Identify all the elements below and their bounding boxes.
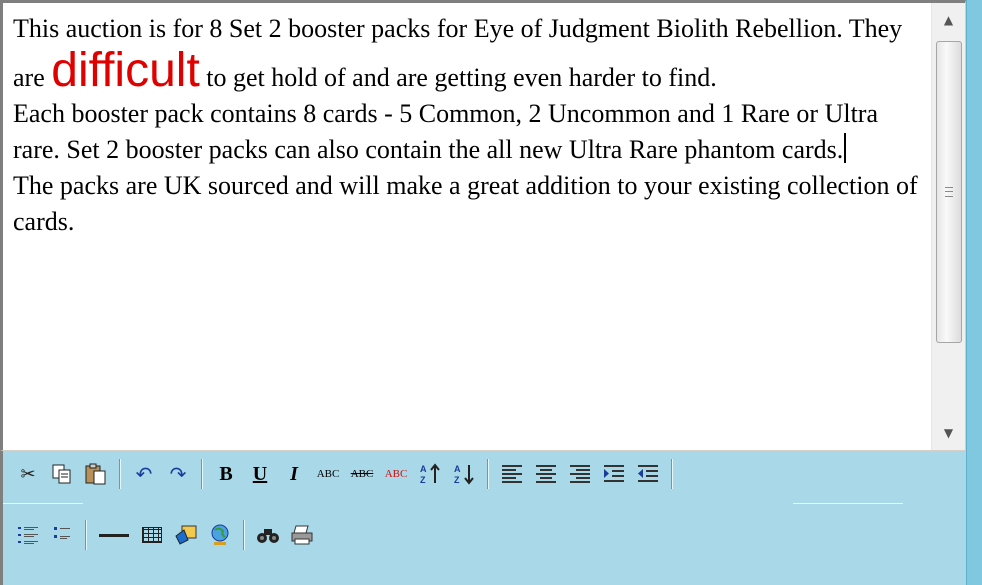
sort-ascending-button[interactable]: AZ	[415, 459, 445, 489]
bulleted-list-icon	[54, 527, 70, 539]
web-link-button[interactable]	[205, 520, 235, 550]
toolbar-row-1: ✂ ↶ ↷ B U I ABC ABC ABC AZ AZ	[13, 456, 681, 492]
toolbar-separator	[487, 459, 489, 489]
svg-text:Z: Z	[454, 475, 460, 485]
horizontal-rule-button[interactable]	[95, 520, 133, 550]
table-icon	[142, 527, 162, 543]
arrow-down-icon: ▼	[943, 426, 954, 440]
italic-button[interactable]: I	[279, 459, 309, 489]
numbered-list-icon	[18, 527, 38, 544]
find-icon	[257, 529, 279, 543]
bold-icon: B	[219, 462, 233, 485]
align-left-button[interactable]	[497, 459, 527, 489]
toolbar-row-2	[13, 517, 321, 553]
svg-text:A: A	[420, 464, 427, 474]
bulleted-list-button[interactable]	[47, 520, 77, 550]
horizontal-rule-icon	[99, 533, 129, 537]
scroll-up-button[interactable]: ▲	[932, 5, 965, 35]
highlighted-word: difficult	[51, 44, 200, 97]
web-link-icon	[211, 524, 229, 545]
underline-button[interactable]: U	[245, 459, 275, 489]
underline-icon: U	[252, 462, 268, 485]
numbered-list-button[interactable]	[13, 520, 43, 550]
editor-toolbar: ✂ ↶ ↷ B U I ABC ABC ABC AZ AZ	[0, 451, 966, 585]
align-right-button[interactable]	[565, 459, 595, 489]
paragraph-1-text-after: to get hold of and are getting even hard…	[199, 63, 717, 92]
print-icon	[291, 525, 313, 545]
find-button[interactable]	[253, 520, 283, 550]
editor-content[interactable]: This auction is for 8 Set 2 booster pack…	[13, 11, 923, 449]
grip-icon	[945, 187, 953, 197]
image-icon	[175, 525, 197, 545]
image-button[interactable]	[171, 520, 201, 550]
text-caret	[844, 133, 847, 163]
undo-button[interactable]: ↶	[129, 459, 159, 489]
paragraph-2: Each booster pack contains 8 cards - 5 C…	[13, 96, 923, 168]
redo-icon: ↷	[169, 462, 187, 486]
paste-button[interactable]	[81, 459, 111, 489]
indent-button[interactable]	[599, 459, 629, 489]
font-color-icon: ABC	[384, 468, 408, 480]
editor-frame: This auction is for 8 Set 2 booster pack…	[0, 0, 966, 451]
svg-text:Z: Z	[420, 475, 426, 485]
sort-ascending-icon: AZ	[420, 463, 440, 485]
scroll-down-button[interactable]: ▼	[932, 418, 965, 448]
table-button[interactable]	[137, 520, 167, 550]
paste-icon	[85, 463, 106, 485]
toolbar-separator	[243, 520, 245, 550]
align-center-icon	[536, 465, 556, 483]
toolbar-separator	[201, 459, 203, 489]
cut-button[interactable]: ✂	[13, 459, 43, 489]
toolbar-divider	[793, 503, 903, 504]
paragraph-1: This auction is for 8 Set 2 booster pack…	[13, 11, 923, 96]
redo-button[interactable]: ↷	[163, 459, 193, 489]
paragraph-3-text: The packs are UK sourced and will make a…	[13, 171, 918, 236]
paragraph-2-text: Each booster pack contains 8 cards - 5 C…	[13, 99, 878, 164]
align-left-icon	[502, 465, 522, 483]
toolbar-separator	[671, 459, 673, 489]
sort-descending-button[interactable]: AZ	[449, 459, 479, 489]
toolbar-separator	[119, 459, 121, 489]
scroll-thumb[interactable]	[936, 41, 962, 343]
copy-icon	[52, 464, 71, 484]
strikethrough-icon: ABC	[350, 468, 374, 480]
window-edge	[966, 0, 982, 585]
uppercase-button[interactable]: ABC	[313, 459, 343, 489]
align-center-button[interactable]	[531, 459, 561, 489]
uppercase-icon: ABC	[316, 468, 340, 480]
undo-icon: ↶	[135, 462, 153, 486]
copy-button[interactable]	[47, 459, 77, 489]
sort-descending-icon: AZ	[454, 464, 474, 485]
align-right-icon	[570, 465, 590, 483]
print-button[interactable]	[287, 520, 317, 550]
toolbar-separator	[85, 520, 87, 550]
svg-text:A: A	[454, 464, 461, 474]
paragraph-3: The packs are UK sourced and will make a…	[13, 168, 923, 240]
font-color-button[interactable]: ABC	[381, 459, 411, 489]
strikethrough-button[interactable]: ABC	[347, 459, 377, 489]
arrow-up-icon: ▲	[943, 13, 954, 27]
cut-icon: ✂	[20, 463, 36, 485]
italic-icon: I	[290, 462, 298, 485]
vertical-scrollbar[interactable]: ▲ ▼	[931, 3, 965, 450]
bold-button[interactable]: B	[211, 459, 241, 489]
indent-icon	[604, 465, 624, 482]
outdent-button[interactable]	[633, 459, 663, 489]
toolbar-divider	[3, 503, 83, 504]
outdent-icon	[638, 465, 658, 482]
